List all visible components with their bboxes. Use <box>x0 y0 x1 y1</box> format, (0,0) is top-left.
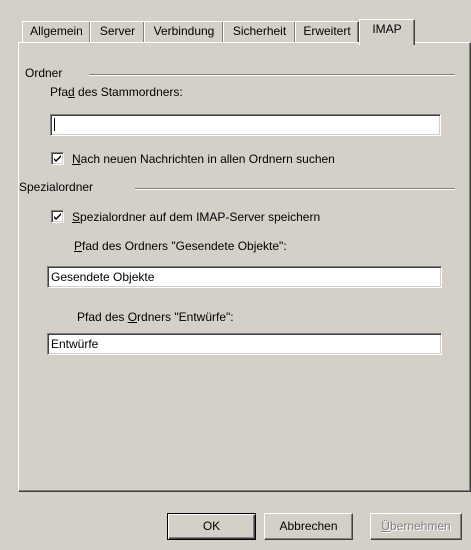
tab-label: Server <box>99 24 136 38</box>
tab-label: Erweitert <box>303 24 351 38</box>
check-new-messages-label[interactable]: Nach neuen Nachrichten in allen Ordnern … <box>72 152 335 166</box>
tab-label: IMAP <box>372 22 402 36</box>
sent-folder-path-input[interactable]: Gesendete Objekte <box>47 266 442 288</box>
account-properties-dialog: Allgemein Server Verbindung Sicherheit E… <box>0 0 471 550</box>
ok-button[interactable]: OK <box>167 513 256 540</box>
ordner-group-label: Ordner <box>25 66 69 80</box>
root-path-label: Pfad des Stammordners: <box>50 85 183 99</box>
tab-allgemein[interactable]: Allgemein <box>22 21 91 42</box>
checkmark-icon <box>54 213 61 220</box>
drafts-folder-path-label: Pfad des Ordners "Entwürfe": <box>77 310 234 324</box>
tab-erweitert[interactable]: Erweitert <box>295 21 359 42</box>
checkmark-icon <box>54 155 61 162</box>
ok-button-label: OK <box>202 519 221 533</box>
check-new-messages-checkbox[interactable] <box>51 152 64 165</box>
apply-button-label: Übernehmen <box>381 519 451 533</box>
tab-imap[interactable]: IMAP <box>359 19 415 45</box>
store-special-folders-checkbox[interactable] <box>51 210 64 223</box>
tab-verbindung[interactable]: Verbindung <box>144 21 224 42</box>
spezial-group-divider <box>135 188 455 190</box>
sent-folder-path-label: Pfad des Ordners "Gesendete Objekte": <box>74 239 287 253</box>
store-special-folders-label[interactable]: Spezialordner auf dem IMAP-Server speich… <box>72 210 320 224</box>
tab-label: Sicherheit <box>232 24 287 38</box>
tab-label: Verbindung <box>153 24 215 38</box>
ordner-group-divider <box>89 74 455 76</box>
imap-tab-panel: Ordner Pfad des Stammordners: Nach neuen… <box>18 42 471 492</box>
root-path-input[interactable] <box>50 114 441 136</box>
drafts-folder-path-input[interactable]: Entwürfe <box>47 333 442 355</box>
text-cursor <box>54 118 55 131</box>
spezial-group-label: Spezialordner <box>19 180 100 194</box>
cancel-button-label: Abbrechen <box>279 519 338 533</box>
tab-sicherheit[interactable]: Sicherheit <box>223 21 296 42</box>
apply-button[interactable]: Übernehmen <box>370 513 462 540</box>
tab-label: Allgemein <box>30 24 83 38</box>
cancel-button[interactable]: Abbrechen <box>264 513 353 540</box>
tab-server[interactable]: Server <box>90 21 145 42</box>
